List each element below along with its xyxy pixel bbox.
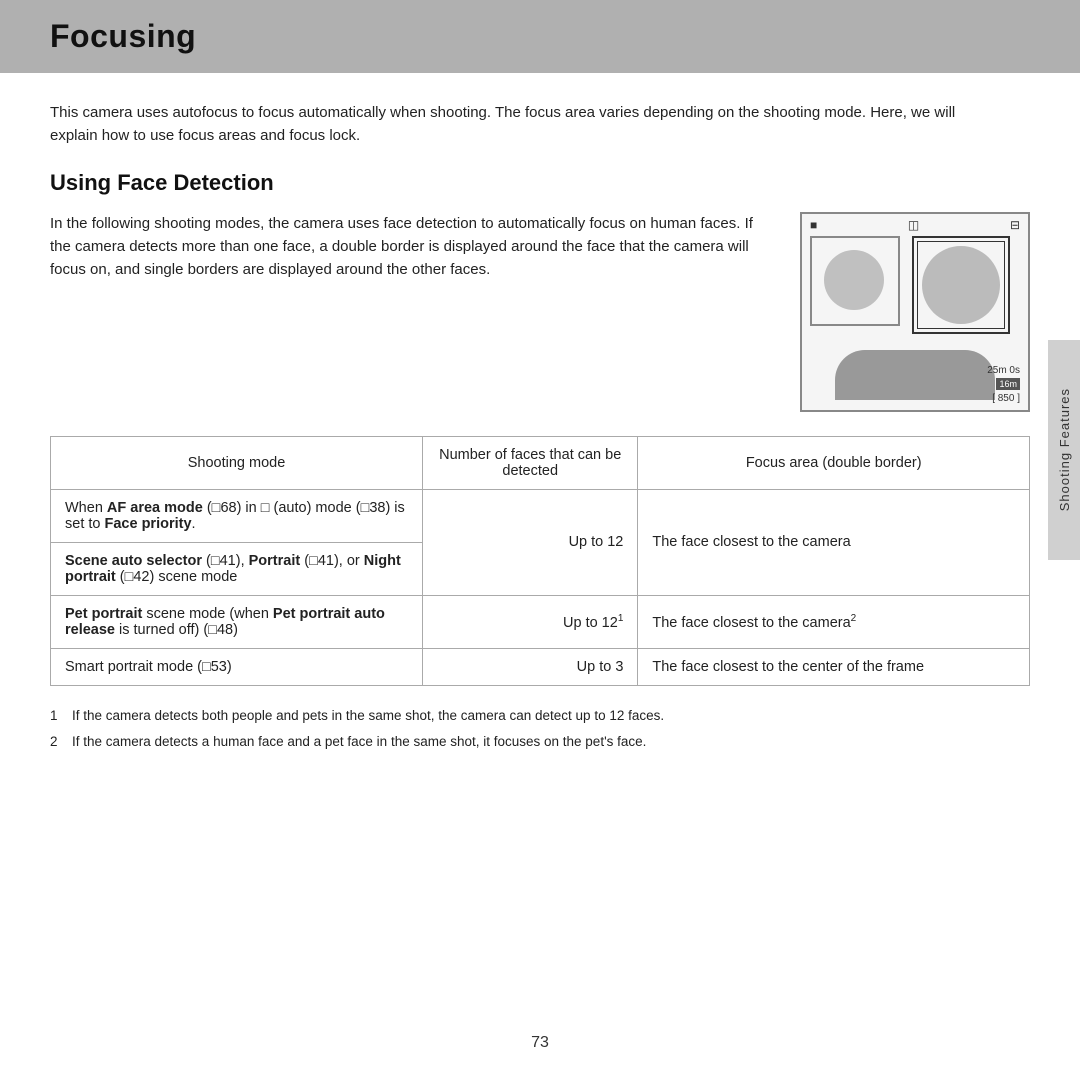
bold-af-area: AF area mode — [107, 500, 203, 516]
col-header-faces: Number of faces that can be detected — [423, 436, 638, 489]
section-title: Using Face Detection — [50, 170, 1030, 196]
camera-lcd-image: ■ ◫ ⊟ 25m 0s — [800, 212, 1030, 412]
bold-portrait: Portrait — [249, 553, 301, 569]
table-row: Pet portrait scene mode (when Pet portra… — [51, 595, 1030, 648]
footnotes-section: 1 If the camera detects both people and … — [50, 706, 1030, 754]
lcd-shots: [ 850 ] — [987, 392, 1020, 406]
lcd-resolution: 16m — [996, 378, 1020, 390]
sidebar-label-text: Shooting Features — [1057, 388, 1072, 511]
table-header-row: Shooting mode Number of faces that can b… — [51, 436, 1030, 489]
page-container: Focusing This camera uses autofocus to f… — [0, 0, 1080, 1080]
face-detection-table: Shooting mode Number of faces that can b… — [50, 436, 1030, 686]
lcd-flash-icon: ◫ — [908, 218, 919, 232]
footnote-num-2: 2 — [50, 732, 66, 753]
table-row: Smart portrait mode (□53) Up to 3 The fa… — [51, 648, 1030, 685]
col-header-focus: Focus area (double border) — [638, 436, 1030, 489]
footnote-text-2: If the camera detects a human face and a… — [72, 732, 646, 753]
bold-face-priority: Face priority — [105, 516, 192, 532]
shooting-mode-cell-2: Scene auto selector (□41), Portrait (□41… — [51, 542, 423, 595]
lcd-camera-icon: ■ — [810, 218, 817, 232]
focus-area-cell-1: The face closest to the camera — [638, 489, 1030, 595]
shooting-mode-cell-3: Pet portrait scene mode (when Pet portra… — [51, 595, 423, 648]
lcd-bottom-info: 25m 0s 16m [ 850 ] — [987, 364, 1020, 406]
col-header-shooting-mode: Shooting mode — [51, 436, 423, 489]
lcd-double-border-outer — [912, 236, 1010, 334]
focus-area-cell-2: The face closest to the camera2 — [638, 595, 1030, 648]
bold-pet-portrait: Pet portrait — [65, 606, 142, 622]
shooting-mode-cell-4: Smart portrait mode (□53) — [51, 648, 423, 685]
faces-count-cell-2: Up to 121 — [423, 595, 638, 648]
page-title: Focusing — [50, 18, 1030, 55]
face-detection-section: In the following shooting modes, the cam… — [50, 212, 1030, 412]
footnote-2: 2 If the camera detects a human face and… — [50, 732, 970, 753]
main-content: This camera uses autofocus to focus auto… — [0, 73, 1080, 779]
lcd-single-border — [810, 236, 900, 326]
faces-count-cell-1: Up to 12 — [423, 489, 638, 595]
lcd-time: 25m 0s — [987, 364, 1020, 378]
intro-paragraph: This camera uses autofocus to focus auto… — [50, 101, 970, 148]
page-number: 73 — [531, 1034, 549, 1052]
lcd-battery-icon: ⊟ — [1010, 218, 1020, 232]
bold-scene-auto: Scene auto selector — [65, 553, 202, 569]
table-row: When AF area mode (□68) in □ (auto) mode… — [51, 489, 1030, 542]
face-detection-text: In the following shooting modes, the cam… — [50, 212, 770, 282]
footnote-text-1: If the camera detects both people and pe… — [72, 706, 664, 727]
shooting-mode-cell-1: When AF area mode (□68) in □ (auto) mode… — [51, 489, 423, 542]
footnote-num-1: 1 — [50, 706, 66, 727]
header-bar: Focusing — [0, 0, 1080, 73]
focus-area-cell-3: The face closest to the center of the fr… — [638, 648, 1030, 685]
sidebar-label: Shooting Features — [1048, 340, 1080, 560]
faces-count-cell-3: Up to 3 — [423, 648, 638, 685]
footnote-1: 1 If the camera detects both people and … — [50, 706, 970, 727]
lcd-top-bar: ■ ◫ ⊟ — [802, 214, 1028, 236]
